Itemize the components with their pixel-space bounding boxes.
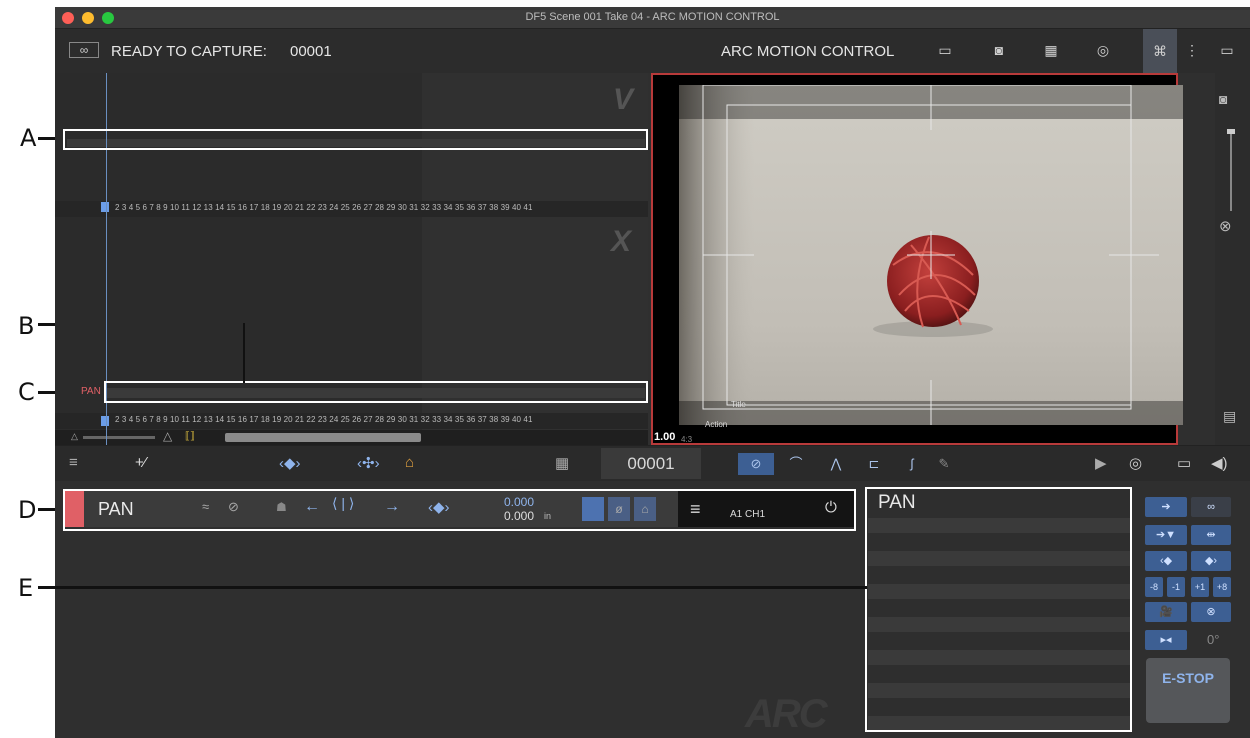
header-bar: ∞ READY TO CAPTURE: 00001 ARC MOTION CON…: [55, 29, 1250, 73]
volume-icon[interactable]: ◀): [1211, 454, 1228, 472]
keyframe-nav-icon[interactable]: ‹◆›: [279, 454, 301, 472]
motion-control-icon[interactable]: ⌘: [1143, 29, 1177, 73]
ease-tool-icon[interactable]: ʃ: [894, 453, 930, 475]
viewer-side-strip: ◙ ⊗ ▤: [1215, 73, 1250, 445]
camera-icon[interactable]: ◙: [987, 40, 1011, 60]
frame-display[interactable]: 00001: [601, 448, 701, 479]
timeline-zoom-bar: △ △ ⟦⟧: [55, 429, 648, 445]
e-stop-button[interactable]: E-STOP: [1146, 658, 1230, 723]
target-icon[interactable]: ◎: [1091, 40, 1115, 60]
loop-toggle-button[interactable]: ∞: [1191, 497, 1231, 517]
home-icon[interactable]: ⌂: [405, 454, 414, 471]
step-minus8-button[interactable]: -8: [1145, 577, 1163, 597]
window-layout-icon[interactable]: ▭: [1215, 40, 1239, 60]
annotation-line-b-vertical: [243, 323, 245, 383]
frame-counter: 00001: [290, 43, 332, 60]
highlight-box-c: [104, 381, 648, 403]
focus-target-icon[interactable]: ◎: [1129, 454, 1142, 472]
track-label-pan: PAN: [81, 386, 101, 397]
camera-viewer[interactable]: Title Action 1.00 4:3: [651, 73, 1183, 445]
exposure-slider-track[interactable]: [1230, 129, 1232, 211]
mirror-button[interactable]: ⇹: [1191, 525, 1231, 545]
annotation-label-c: C: [18, 378, 35, 406]
live-view-image: [679, 85, 1183, 425]
bounce-button[interactable]: ▸◂: [1145, 630, 1187, 650]
step-plus8-button[interactable]: +8: [1213, 577, 1231, 597]
window-toggle-icon[interactable]: ▭: [1177, 454, 1191, 472]
prev-keyframe-button[interactable]: ‹◆: [1145, 551, 1187, 571]
highlight-box-d: [63, 489, 856, 531]
arc-logo: ARC: [745, 692, 828, 736]
timeline-scrollbar[interactable]: [225, 433, 421, 442]
ruler-marker-top[interactable]: [101, 202, 109, 212]
annotation-label-d: D: [18, 496, 37, 524]
ruler-marker-bottom[interactable]: [101, 416, 109, 426]
app-name: ARC MOTION CONTROL: [721, 43, 895, 60]
angle-display: 0°: [1207, 632, 1220, 647]
loop-icon[interactable]: ∞: [69, 42, 99, 58]
annotation-line-e: [38, 586, 867, 589]
axis-letter-x: X: [611, 225, 632, 258]
motion-controls: ➔ ∞ ➔▼ ⇹ ‹◆ ◆› -8 -1 +1 +8 🎥 ⊗ ▸◂ 0° E-S…: [1141, 488, 1250, 738]
step-tool-icon[interactable]: ⊏: [856, 453, 892, 475]
curve-edit-icon[interactable]: ⌒: [778, 453, 814, 475]
next-keyframe-button[interactable]: ◆›: [1191, 551, 1231, 571]
annotation-label-e: E: [18, 574, 34, 602]
aperture-button[interactable]: ⊗: [1191, 602, 1231, 622]
film-strip-icon[interactable]: ▦: [1039, 40, 1063, 60]
frame-ruler-bottom[interactable]: 2 3 4 5 6 7 8 9 10 11 12 13 14 15 16 17 …: [55, 413, 648, 429]
status-label: READY TO CAPTURE:: [111, 43, 267, 60]
more-icon[interactable]: ⋮: [1185, 40, 1199, 60]
orbit-tool-icon[interactable]: ⊘: [738, 453, 774, 475]
aspect-ratio: 4:3: [681, 435, 693, 444]
zoom-out-icon[interactable]: △: [71, 431, 78, 442]
overlay-action-label: Action: [705, 420, 728, 429]
zoom-in-icon[interactable]: △: [163, 429, 172, 443]
highlight-box-a: [63, 129, 648, 150]
monitor-icon[interactable]: ▭: [933, 40, 957, 60]
calculator-icon[interactable]: ▦: [555, 454, 569, 472]
go-to-start-button[interactable]: ➔: [1145, 497, 1187, 517]
add-track-icon[interactable]: +⁄: [135, 454, 146, 471]
window-title: DF5 Scene 001 Take 04 - ARC MOTION CONTR…: [525, 11, 780, 23]
timeline-toolbar: ≡ +⁄ ‹◆› ‹✣› ⌂ ▦ 00001 ⊘ ⌒ ⋀ ⊏ ʃ ✎ ▶ ◎ ▭…: [55, 445, 1250, 481]
zoom-slider[interactable]: [83, 436, 155, 439]
exposure-slider-thumb[interactable]: [1227, 129, 1235, 134]
axis-letter-v: V: [613, 83, 634, 116]
layers-icon[interactable]: ▤: [1223, 408, 1236, 425]
frame-ruler-top[interactable]: 2 3 4 5 6 7 8 9 10 11 12 13 14 15 16 17 …: [55, 201, 648, 217]
zoom-level: 1.00: [654, 431, 676, 443]
highlight-box-e: [865, 487, 1132, 732]
play-icon[interactable]: ▶: [1095, 454, 1107, 472]
menu-icon[interactable]: ≡: [69, 454, 78, 471]
go-to-marker-button[interactable]: ➔▼: [1145, 525, 1187, 545]
ruler-ticks-top: 2 3 4 5 6 7 8 9 10 11 12 13 14 15 16 17 …: [115, 203, 533, 212]
linear-tool-icon[interactable]: ⋀: [818, 453, 854, 475]
overlay-title-label: Title: [731, 400, 746, 409]
snapshot-icon[interactable]: ◙: [1219, 91, 1227, 107]
fit-range-icon[interactable]: ⟦⟧: [185, 431, 195, 442]
move-keyframe-icon[interactable]: ‹✣›: [357, 454, 380, 472]
step-minus1-button[interactable]: -1: [1167, 577, 1185, 597]
annotation-label-a: A: [20, 124, 37, 152]
step-plus1-button[interactable]: +1: [1191, 577, 1209, 597]
annotation-label-b: B: [18, 312, 35, 340]
aperture-icon[interactable]: ⊗: [1219, 217, 1232, 235]
title-bar: DF5 Scene 001 Take 04 - ARC MOTION CONTR…: [55, 7, 1250, 29]
curve-tool-group: ⊘ ⌒ ⋀ ⊏ ʃ ✎: [738, 453, 949, 475]
camera-button[interactable]: 🎥: [1145, 602, 1187, 622]
ruler-ticks-bottom: 2 3 4 5 6 7 8 9 10 11 12 13 14 15 16 17 …: [115, 415, 533, 424]
feather-tool-icon[interactable]: ✎: [926, 453, 962, 475]
